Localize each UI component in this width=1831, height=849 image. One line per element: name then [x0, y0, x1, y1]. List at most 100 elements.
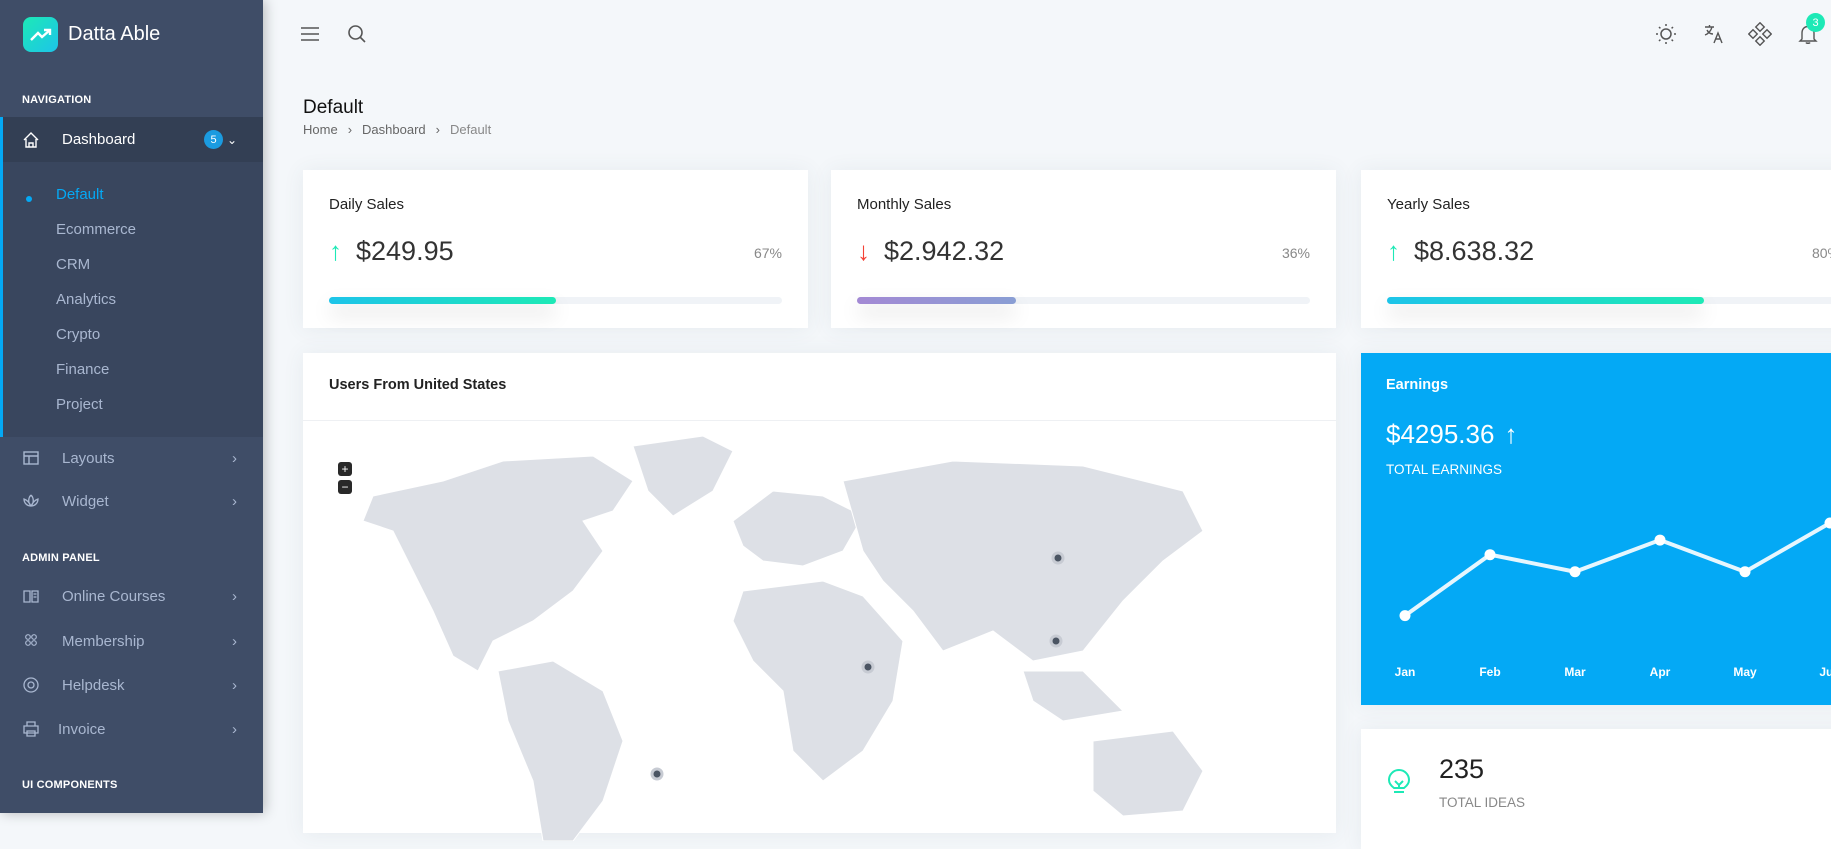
brand-logo[interactable]: Datta Able: [23, 17, 160, 52]
data-point-jan[interactable]: [1400, 610, 1411, 621]
layout-icon: [22, 449, 40, 467]
card-title: Monthly Sales: [857, 196, 951, 213]
admin-caption: ADMIN PANEL: [22, 552, 100, 564]
submenu-crm[interactable]: CRM: [56, 256, 90, 273]
data-point-feb[interactable]: [1485, 549, 1496, 560]
stat-card-yearly-sales: Yearly Sales ↑ $8.638.32 80%: [1361, 170, 1831, 328]
data-point-mar[interactable]: [1570, 566, 1581, 577]
progress-fill: [857, 297, 1016, 304]
breadcrumb-home[interactable]: Home: [303, 122, 338, 137]
page-title: Default: [303, 97, 363, 119]
lotus-icon: [22, 492, 40, 510]
north-america: [363, 456, 633, 671]
sidebar-item-dashboard[interactable]: Dashboard 5 ⌄: [0, 117, 263, 162]
count-badge: 5: [204, 130, 223, 149]
sidebar-item-layouts[interactable]: Layouts ›: [0, 437, 263, 479]
submenu-analytics[interactable]: Analytics: [56, 291, 116, 308]
asia: [843, 461, 1203, 661]
lightbulb-icon: [1387, 769, 1411, 797]
submenu-ecommerce[interactable]: Ecommerce: [56, 221, 136, 238]
map-marker-egypt: [863, 662, 873, 672]
africa: [733, 581, 903, 781]
sidebar-item-label: Widget: [62, 493, 109, 510]
translate-icon[interactable]: [1702, 22, 1726, 46]
x-tick-label: Jan: [1395, 665, 1416, 679]
sidebar-item-membership[interactable]: Membership ›: [0, 620, 263, 662]
data-point-apr[interactable]: [1655, 535, 1666, 546]
percent: 36%: [1282, 245, 1310, 261]
amount: $249.95: [356, 236, 454, 267]
chevron-right-icon: ›: [232, 450, 237, 467]
sidebar-item-helpdesk[interactable]: Helpdesk ›: [0, 664, 263, 706]
total-ideas-card: 235 TOTAL IDEAS: [1361, 729, 1831, 849]
world-map[interactable]: [303, 421, 1336, 841]
chevron-right-icon: ›: [232, 633, 237, 650]
se-asia: [1023, 671, 1123, 721]
sidebar-item-label: Invoice: [58, 721, 106, 738]
amount-row: ↑ $249.95: [329, 236, 454, 267]
sidebar-item-widget[interactable]: Widget ›: [0, 480, 263, 522]
amount-row: ↑ $8.638.32: [1387, 236, 1534, 267]
breadcrumb-dashboard[interactable]: Dashboard: [362, 122, 426, 137]
chevron-right-icon: ›: [232, 493, 237, 510]
percent: 67%: [754, 245, 782, 261]
card-title: Users From United States: [329, 377, 506, 393]
users-map-card: Users From United States + −: [303, 353, 1336, 833]
south-america: [498, 661, 623, 841]
submenu-finance[interactable]: Finance: [56, 361, 109, 378]
users-icon: [22, 632, 40, 650]
map-marker-brazil: [652, 769, 662, 779]
sidebar: Datta Able NAVIGATION Dashboard 5 ⌄ Defa…: [0, 0, 263, 813]
chevron-right-icon: ›: [348, 122, 352, 137]
ideas-label: TOTAL IDEAS: [1439, 795, 1525, 810]
active-dot-icon: [26, 196, 32, 202]
card-title: Yearly Sales: [1387, 196, 1470, 213]
amount-row: ↓ $2.942.32: [857, 236, 1004, 267]
x-tick-label: Apr: [1650, 665, 1671, 679]
arrow-down-icon: ↓: [857, 236, 870, 267]
submenu-default[interactable]: Default: [56, 186, 104, 203]
earnings-card: Earnings $4295.36↑ TOTAL EARNINGS JanFeb…: [1361, 353, 1831, 705]
submenu-project[interactable]: Project: [56, 396, 103, 413]
nav-caption: NAVIGATION: [22, 94, 91, 106]
amount: $8.638.32: [1414, 236, 1534, 267]
book-icon: [22, 587, 40, 605]
menu-icon[interactable]: [298, 22, 322, 46]
search-icon[interactable]: [345, 22, 369, 46]
chevron-right-icon: ›: [436, 122, 440, 137]
progress-bar: [857, 297, 1310, 304]
amount: $2.942.32: [884, 236, 1004, 267]
earnings-chart: JanFebMarAprMayJun: [1361, 353, 1831, 705]
brand-name: Datta Able: [68, 23, 160, 46]
sidebar-item-label: Layouts: [62, 450, 115, 467]
chevron-right-icon: ›: [232, 721, 237, 738]
sidebar-item-label: Helpdesk: [62, 677, 125, 694]
sidebar-item-label: Membership: [62, 633, 145, 650]
map-marker-russia: [1053, 553, 1063, 563]
sun-icon[interactable]: [1654, 22, 1678, 46]
stat-card-monthly-sales: Monthly Sales ↓ $2.942.32 36%: [831, 170, 1336, 328]
stat-card-daily-sales: Daily Sales ↑$249.95 67%: [303, 170, 808, 328]
progress-fill: [329, 297, 556, 304]
sidebar-item-invoice[interactable]: Invoice ›: [0, 708, 263, 750]
sidebar-item-label: Dashboard: [62, 131, 135, 148]
europe: [733, 491, 863, 566]
lifebuoy-icon: [22, 676, 40, 694]
progress-bar: [329, 297, 782, 304]
arrow-up-icon: ↑: [329, 236, 342, 267]
arrow-up-icon: ↑: [1387, 236, 1400, 267]
greenland: [633, 436, 733, 516]
submenu-crypto[interactable]: Crypto: [56, 326, 100, 343]
apps-icon[interactable]: [1748, 22, 1772, 46]
progress-fill: [1387, 297, 1704, 304]
progress-bar: [1387, 297, 1831, 304]
x-tick-label: Jun: [1819, 665, 1831, 679]
trending-up-icon: [23, 17, 58, 52]
data-point-may[interactable]: [1740, 566, 1751, 577]
chevron-right-icon: ›: [232, 677, 237, 694]
sidebar-item-online-courses[interactable]: Online Courses ›: [0, 575, 263, 617]
breadcrumb: Home› Dashboard› Default: [303, 122, 491, 137]
percent: 80%: [1812, 245, 1831, 261]
printer-icon: [22, 720, 40, 738]
dashboard-submenu: [0, 162, 263, 437]
